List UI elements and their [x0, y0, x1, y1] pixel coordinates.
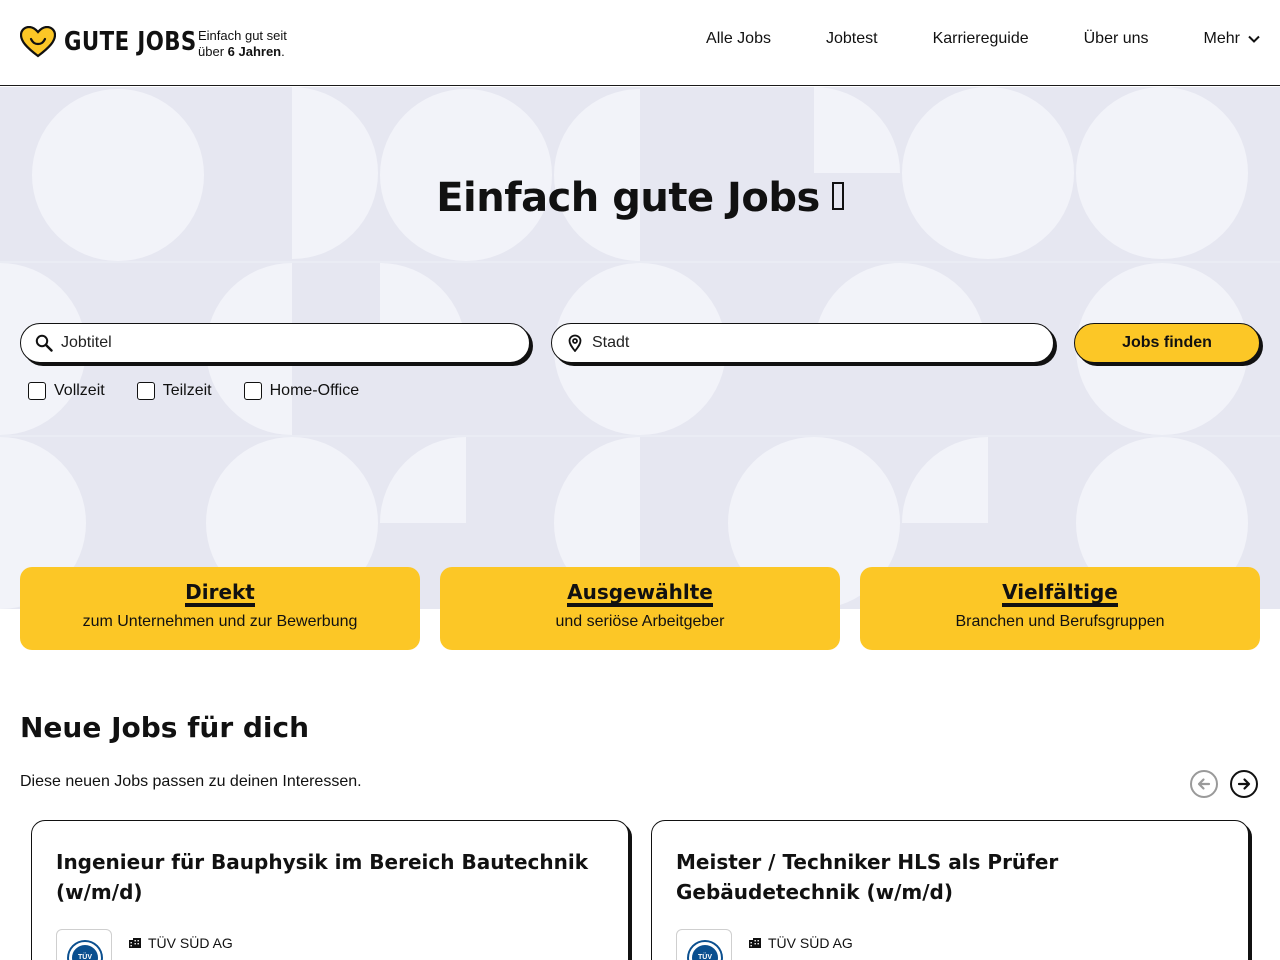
location-search-field[interactable] — [551, 323, 1054, 363]
tagline-line2: über 6 Jahren. — [198, 44, 287, 60]
job-card[interactable]: Meister / Techniker HLS als Prüfer Gebäu… — [651, 820, 1249, 960]
feature-subtitle: und seriöse Arbeitgeber — [555, 613, 725, 630]
filter-checkboxes: Vollzeit Teilzeit Home-Office — [20, 382, 383, 400]
arrow-left-icon — [1197, 778, 1211, 790]
carousel-next-button[interactable] — [1230, 770, 1258, 798]
tagline-line1: Einfach gut seit — [198, 28, 287, 43]
arrow-right-icon — [1237, 778, 1251, 790]
company-logo — [676, 929, 732, 960]
tagline-suffix: . — [281, 44, 285, 59]
filter-label: Vollzeit — [54, 382, 105, 399]
new-jobs-subtitle: Diese neuen Jobs passen zu deinen Intere… — [20, 773, 362, 790]
checkbox[interactable] — [243, 382, 262, 400]
nav-label: Alle Jobs — [706, 30, 771, 47]
company-logo — [56, 929, 112, 960]
job-search-field[interactable] — [20, 323, 530, 363]
nav-item-karriereguide[interactable]: Karriereguide — [933, 30, 1029, 48]
job-title-input[interactable] — [61, 334, 461, 352]
emoji-placeholder-icon — [831, 182, 844, 210]
job-title[interactable]: Ingenieur für Bauphysik im Bereich Baute… — [56, 847, 604, 907]
filter-home-office[interactable]: Home-Office — [236, 382, 360, 400]
feature-title: Vielfältige — [1002, 581, 1118, 607]
nav-label: Karriereguide — [932, 30, 1029, 47]
main-nav: Alle Jobs Jobtest Karriereguide Über uns… — [651, 30, 1260, 48]
filter-teilzeit[interactable]: Teilzeit — [129, 382, 212, 400]
tuev-logo-icon — [69, 942, 101, 960]
feature-card-vielfaeltige: Vielfältige Branchen und Berufsgruppen — [860, 567, 1260, 650]
company-name: TÜV SÜD AG — [748, 935, 853, 951]
company-name: TÜV SÜD AG — [128, 935, 233, 951]
carousel-prev-button[interactable] — [1190, 770, 1218, 798]
hero-title-text: Einfach gute Jobs — [436, 175, 820, 221]
feature-subtitle: Branchen und Berufsgruppen — [955, 613, 1165, 630]
company-label: TÜV SÜD AG — [148, 935, 233, 951]
tagline: Einfach gut seit über 6 Jahren. — [198, 28, 287, 60]
building-icon — [129, 938, 141, 948]
nav-item-mehr[interactable]: Mehr — [1204, 30, 1260, 48]
feature-subtitle: zum Unternehmen und zur Bewerbung — [82, 613, 358, 630]
feature-card-ausgewaehlte: Ausgewählte und seriöse Arbeitgeber — [440, 567, 840, 650]
nav-item-alle-jobs[interactable]: Alle Jobs — [706, 30, 771, 48]
nav-label: Jobtest — [825, 30, 878, 47]
nav-label: Mehr — [1203, 30, 1240, 47]
chevron-down-icon — [1248, 35, 1260, 43]
job-meta: TÜV SÜD AG — [676, 929, 853, 960]
building-icon — [749, 938, 761, 948]
nav-label: Über uns — [1083, 30, 1149, 47]
filter-vollzeit[interactable]: Vollzeit — [20, 382, 105, 400]
find-jobs-button[interactable]: Jobs finden — [1074, 323, 1260, 363]
nav-item-ueber-uns[interactable]: Über uns — [1084, 30, 1149, 48]
tuev-logo-icon — [689, 942, 721, 960]
job-title[interactable]: Meister / Techniker HLS als Prüfer Gebäu… — [676, 847, 1224, 907]
site-header: GUTE JOBS Einfach gut seit über 6 Jahren… — [0, 0, 1280, 86]
feature-title: Ausgewählte — [567, 581, 713, 607]
search-icon — [35, 334, 53, 352]
filter-label: Teilzeit — [162, 382, 212, 399]
feature-card-direkt: Direkt zum Unternehmen und zur Bewerbung — [20, 567, 420, 650]
nav-item-jobtest[interactable]: Jobtest — [826, 30, 878, 48]
new-jobs-title: Neue Jobs für dich — [20, 711, 310, 744]
hero-title-wrap: Einfach gute Jobs — [0, 175, 1280, 221]
location-input[interactable] — [592, 334, 992, 352]
tagline-bold: 6 Jahren — [227, 44, 282, 59]
job-meta: TÜV SÜD AG — [56, 929, 233, 960]
checkbox[interactable] — [28, 382, 46, 400]
location-pin-icon — [568, 334, 582, 352]
job-card[interactable]: Ingenieur für Bauphysik im Bereich Baute… — [31, 820, 629, 960]
logo-text: GUTE JOBS — [64, 27, 197, 57]
hero-title: Einfach gute Jobs — [436, 175, 844, 221]
heart-logo-icon — [20, 26, 56, 58]
checkbox[interactable] — [136, 382, 155, 400]
feature-title: Direkt — [185, 581, 255, 607]
filter-label: Home-Office — [269, 382, 360, 399]
logo[interactable]: GUTE JOBS — [20, 26, 226, 58]
company-label: TÜV SÜD AG — [768, 935, 853, 951]
tagline-prefix: über — [198, 44, 228, 59]
